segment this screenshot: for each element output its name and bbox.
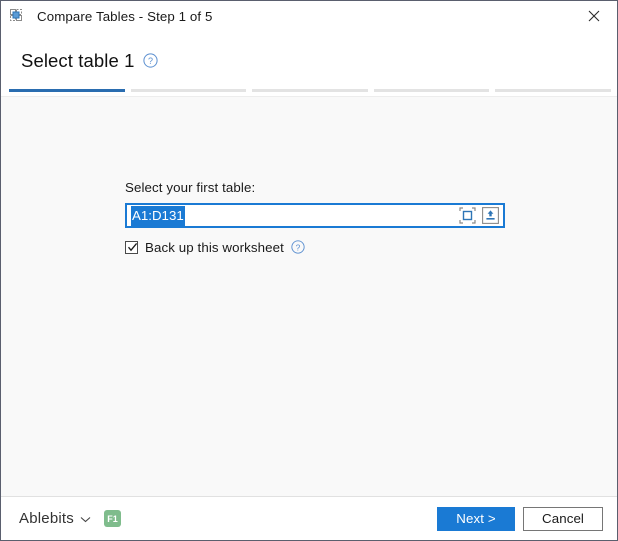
compare-tables-icon [8,7,28,27]
chevron-down-icon [80,510,91,528]
dialog-footer: Ablebits F1 Next > Cancel [1,496,617,540]
ablebits-menu-label: Ablebits [19,510,74,527]
help-circle-icon[interactable]: ? [142,53,158,68]
compare-tables-dialog: Compare Tables - Step 1 of 5 Select tabl… [0,0,618,541]
range-input-row[interactable]: A1:D131 [125,203,505,228]
range-field-label: Select your first table: [125,180,256,195]
svg-text:?: ? [296,242,301,252]
step-progress [1,89,617,96]
next-button[interactable]: Next > [437,506,515,531]
f1-help-badge[interactable]: F1 [103,510,121,527]
collapse-dialog-icon[interactable] [480,205,501,226]
backup-checkbox-row[interactable]: Back up this worksheet ? [125,240,505,255]
backup-worksheet-checkbox[interactable] [125,241,138,254]
table-selection-form: Select your first table: A1:D131 Back up… [125,180,505,255]
step-segment-5 [495,89,611,92]
step-segment-2 [130,89,247,92]
page-header: Select table 1 ? [1,32,617,89]
step-segment-1 [9,89,125,92]
dialog-body: Select your first table: A1:D131 Back up… [1,96,617,496]
svg-text:?: ? [148,56,153,66]
close-button[interactable] [571,1,617,31]
ablebits-menu[interactable]: Ablebits [19,510,91,528]
cancel-button[interactable]: Cancel [523,506,603,531]
help-circle-icon[interactable]: ? [291,240,306,255]
page-title: Select table 1 [21,49,135,71]
title-bar: Compare Tables - Step 1 of 5 [1,1,617,32]
select-range-icon[interactable] [457,205,478,226]
range-input[interactable]: A1:D131 [131,205,185,226]
step-segment-3 [252,89,368,92]
backup-worksheet-label: Back up this worksheet [145,240,284,255]
window-title: Compare Tables - Step 1 of 5 [37,9,213,24]
step-segment-4 [373,89,490,92]
